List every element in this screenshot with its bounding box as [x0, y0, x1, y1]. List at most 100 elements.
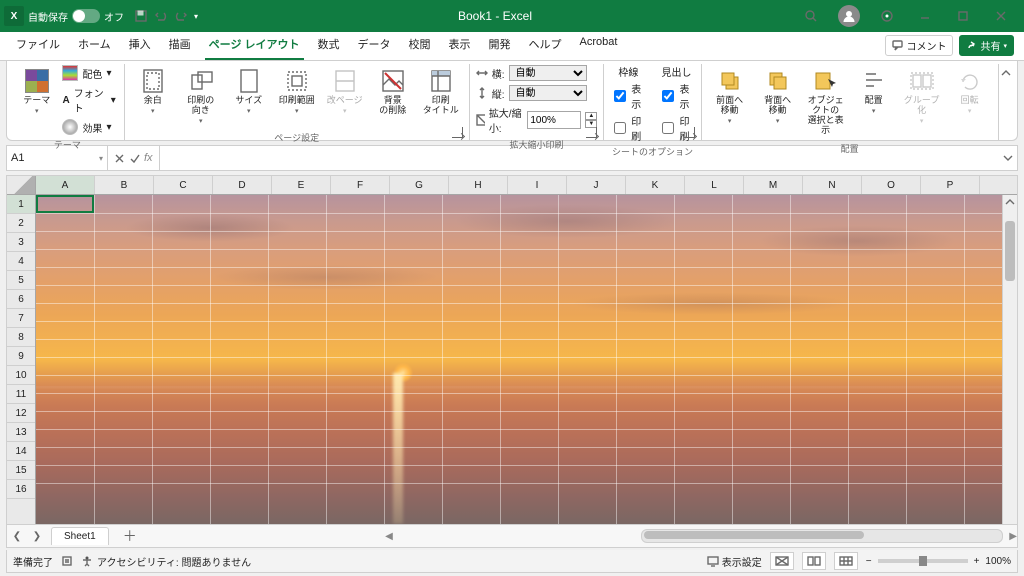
headings-view-checkbox[interactable]: 表示 [658, 81, 694, 111]
spin-up[interactable]: ▲ [585, 112, 597, 120]
send-backward-button[interactable]: 背面へ 移動▾ [756, 64, 800, 129]
redo-icon[interactable] [174, 9, 188, 23]
column-header[interactable]: J [567, 176, 626, 194]
column-header[interactable]: E [272, 176, 331, 194]
zoom-value[interactable]: 100% [985, 556, 1011, 567]
row-header[interactable]: 13 [7, 423, 35, 442]
row-header[interactable]: 10 [7, 366, 35, 385]
minimize-button[interactable] [906, 0, 944, 32]
tab-3[interactable]: 描画 [163, 32, 197, 60]
row-header[interactable]: 3 [7, 233, 35, 252]
selection-pane-button[interactable]: オブジェクトの 選択と表示 [804, 64, 848, 140]
sheet-nav-prev[interactable]: ❮ [7, 531, 27, 542]
row-header[interactable]: 11 [7, 385, 35, 404]
comments-button[interactable]: コメント [885, 35, 953, 56]
zoom-knob[interactable] [919, 556, 927, 566]
sheet-scroll-right-icon[interactable]: ▶ [1009, 531, 1017, 542]
formula-expand-button[interactable] [999, 146, 1017, 170]
row-header[interactable]: 4 [7, 252, 35, 271]
autosave-toggle[interactable]: 自動保存 オフ [28, 9, 124, 24]
column-header[interactable]: C [154, 176, 213, 194]
tab-4[interactable]: ページ レイアウト [203, 32, 306, 60]
column-header[interactable]: D [213, 176, 272, 194]
close-button[interactable] [982, 0, 1020, 32]
column-header[interactable]: A [36, 176, 95, 194]
view-page-layout-button[interactable] [802, 552, 826, 570]
column-header[interactable]: G [390, 176, 449, 194]
column-header[interactable]: P [921, 176, 980, 194]
column-header[interactable]: K [626, 176, 685, 194]
print-area-button[interactable]: 印刷範囲▾ [275, 64, 319, 120]
row-header[interactable]: 8 [7, 328, 35, 347]
row-header[interactable]: 6 [7, 290, 35, 309]
scale-input[interactable] [527, 111, 581, 129]
row-header[interactable]: 7 [7, 309, 35, 328]
height-select[interactable]: 自動 [509, 85, 587, 101]
column-header[interactable]: F [331, 176, 390, 194]
cancel-icon[interactable] [114, 153, 125, 164]
row-header[interactable]: 2 [7, 214, 35, 233]
tab-7[interactable]: 校閲 [403, 32, 437, 60]
zoom-out-button[interactable]: − [866, 556, 872, 567]
column-header[interactable]: H [449, 176, 508, 194]
tab-2[interactable]: 挿入 [123, 32, 157, 60]
orientation-button[interactable]: 印刷の 向き▾ [179, 64, 223, 129]
scroll-thumb-h[interactable] [644, 531, 864, 539]
view-page-break-button[interactable] [834, 552, 858, 570]
tab-6[interactable]: データ [352, 32, 397, 60]
rotate-button[interactable]: 回転▾ [948, 64, 992, 120]
tab-0[interactable]: ファイル [10, 32, 66, 60]
sheet-scroll-left-icon[interactable]: ◀ [385, 531, 393, 542]
search-button[interactable] [792, 0, 830, 32]
tab-8[interactable]: 表示 [443, 32, 477, 60]
align-button[interactable]: 配置▾ [852, 64, 896, 120]
column-header[interactable]: N [803, 176, 862, 194]
save-icon[interactable] [134, 9, 148, 23]
colors-button[interactable]: 配色 ▾ [60, 64, 117, 82]
display-settings-button[interactable]: 表示設定 [707, 554, 762, 569]
column-header[interactable]: L [685, 176, 744, 194]
row-header[interactable]: 15 [7, 461, 35, 480]
undo-icon[interactable] [154, 9, 168, 23]
row-header[interactable]: 1 [7, 195, 35, 214]
row-header[interactable]: 9 [7, 347, 35, 366]
accessibility-status[interactable]: アクセシビリティ: 問題ありません [81, 554, 251, 569]
themes-button[interactable]: テーマ▾ [17, 64, 56, 120]
scroll-thumb-v[interactable] [1005, 221, 1015, 281]
row-header[interactable]: 5 [7, 271, 35, 290]
share-button[interactable]: 共有 ▾ [959, 35, 1014, 56]
row-header[interactable]: 14 [7, 442, 35, 461]
enter-icon[interactable] [129, 153, 140, 164]
size-button[interactable]: サイズ▾ [227, 64, 271, 120]
effects-button[interactable]: 効果 ▾ [60, 118, 117, 136]
fonts-button[interactable]: Aフォント ▾ [60, 84, 117, 116]
bring-forward-button[interactable]: 前面へ 移動▾ [708, 64, 752, 129]
macro-icon[interactable] [61, 555, 73, 567]
tab-5[interactable]: 数式 [312, 32, 346, 60]
zoom-slider[interactable] [878, 559, 968, 563]
tab-1[interactable]: ホーム [72, 32, 117, 60]
background-button[interactable]: 背景 の削除 [371, 64, 415, 120]
help-button[interactable] [868, 0, 906, 32]
sheet-options-launcher[interactable] [684, 127, 695, 138]
horizontal-scrollbar[interactable] [641, 529, 1003, 543]
ribbon-collapse-button[interactable] [999, 64, 1013, 140]
page-setup-launcher[interactable] [452, 127, 463, 138]
column-header[interactable]: O [862, 176, 921, 194]
view-normal-button[interactable] [770, 552, 794, 570]
vertical-scrollbar[interactable] [1002, 195, 1017, 524]
sheet-nav-next[interactable]: ❯ [27, 531, 47, 542]
group-button[interactable]: グループ化▾ [900, 64, 944, 129]
breaks-button[interactable]: 改ページ▾ [323, 64, 367, 120]
gridlines-view-checkbox[interactable]: 表示 [610, 81, 646, 111]
zoom-in-button[interactable]: + [974, 556, 980, 567]
scale-launcher[interactable] [586, 127, 597, 138]
qat-more-icon[interactable]: ▾ [194, 12, 198, 21]
margins-button[interactable]: 余白▾ [131, 64, 175, 120]
select-all-button[interactable] [7, 176, 36, 194]
tab-10[interactable]: ヘルプ [523, 32, 568, 60]
row-header[interactable]: 16 [7, 480, 35, 499]
gridlines-print-checkbox[interactable]: 印刷 [610, 113, 646, 143]
column-header[interactable]: I [508, 176, 567, 194]
sheet-tab-active[interactable]: Sheet1 [51, 527, 109, 545]
